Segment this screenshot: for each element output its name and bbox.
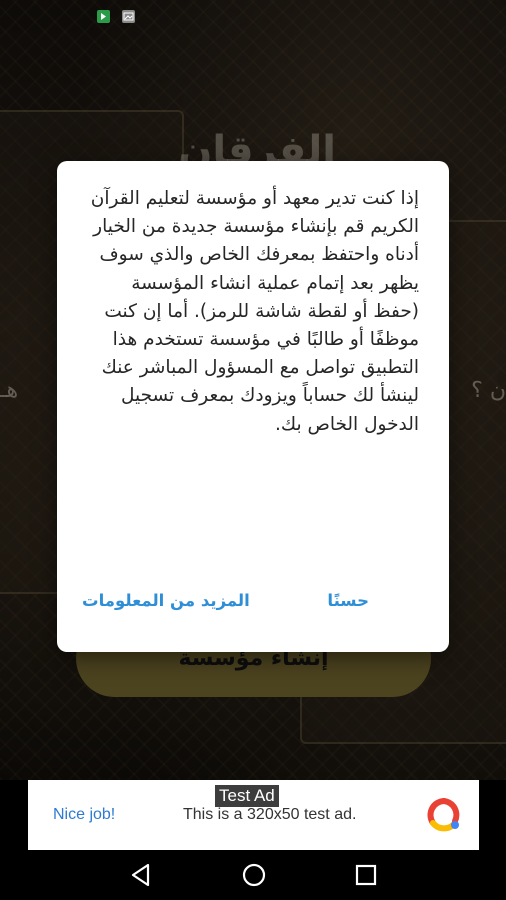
ad-nice-job-text[interactable]: Nice job!: [53, 806, 115, 824]
dialog-message: إذا كنت تدير معهد أو مؤسسة لتعليم القرآن…: [90, 188, 419, 435]
test-ad-badge: Test Ad: [215, 785, 279, 807]
back-icon[interactable]: [128, 862, 154, 892]
ad-description[interactable]: This is a 320x50 test ad.: [183, 806, 356, 824]
ad-logo-icon[interactable]: [426, 797, 462, 833]
home-icon[interactable]: [241, 862, 267, 892]
ok-button[interactable]: حسنًا: [327, 591, 369, 610]
info-dialog: إذا كنت تدير معهد أو مؤسسة لتعليم القرآن…: [57, 161, 449, 652]
navigation-bar: [0, 850, 506, 900]
download-notification-icon: [97, 10, 110, 23]
status-bar: [0, 0, 506, 34]
image-notification-icon: [122, 10, 135, 23]
recent-apps-icon[interactable]: [353, 862, 379, 892]
more-info-button[interactable]: المزيد من المعلومات: [82, 591, 250, 610]
